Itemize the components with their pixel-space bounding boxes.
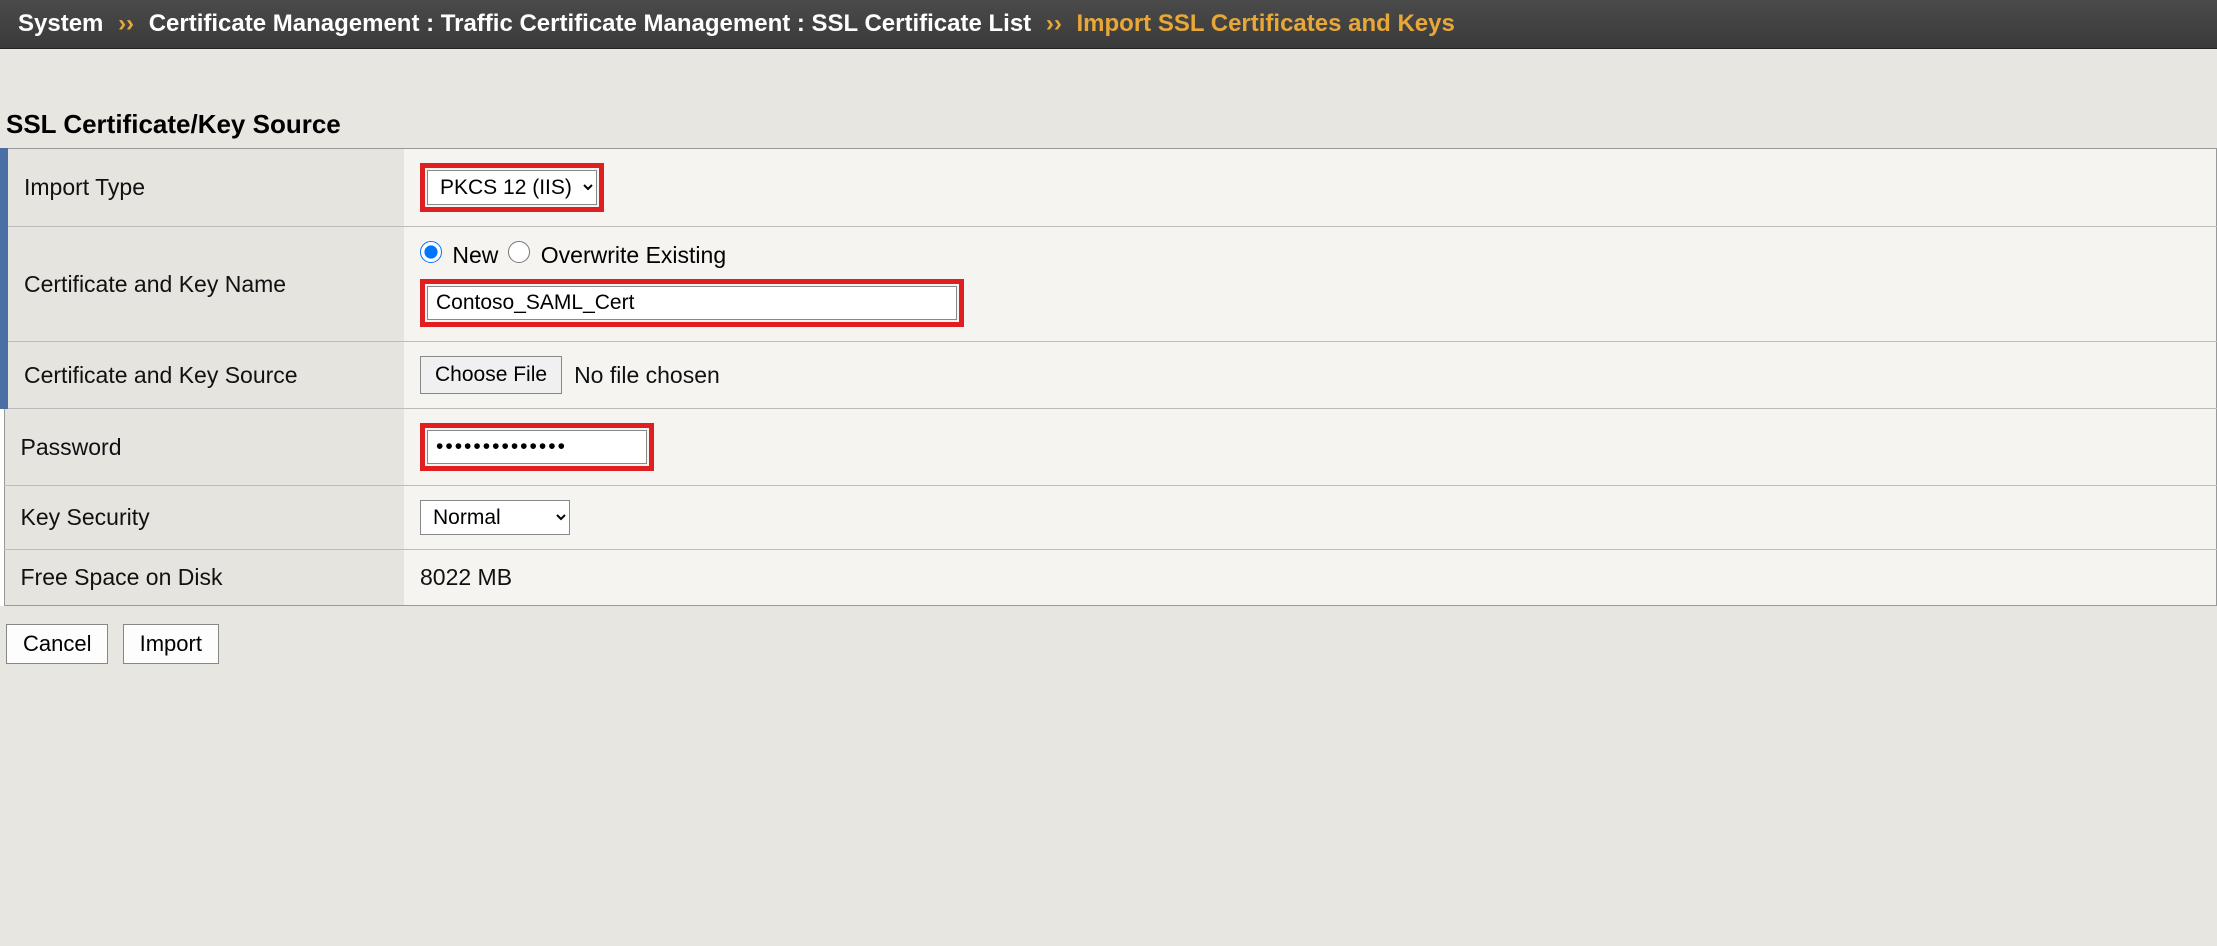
cancel-button[interactable]: Cancel [6,624,108,664]
radio-overwrite-label: Overwrite Existing [541,242,726,268]
password-input[interactable] [427,430,647,464]
radio-new-wrapper[interactable]: New [420,241,498,269]
cert-key-name-input[interactable] [427,286,957,320]
action-bar: Cancel Import [0,606,2217,682]
radio-new[interactable] [420,241,442,263]
radio-new-label: New [452,242,498,268]
key-security-select[interactable]: Normal [420,500,570,535]
password-highlight [420,423,654,471]
breadcrumb-sep-icon: ›› [118,10,134,37]
cert-key-name-radio-group: New Overwrite Existing [420,241,2200,269]
radio-overwrite-wrapper[interactable]: Overwrite Existing [508,241,726,269]
password-label: Password [4,409,404,486]
cert-key-source-label: Certificate and Key Source [4,342,404,409]
breadcrumb: System ›› Certificate Management : Traff… [0,0,2217,49]
key-security-label: Key Security [4,486,404,550]
choose-file-button[interactable]: Choose File [420,356,562,394]
breadcrumb-root[interactable]: System [18,10,103,37]
cert-key-name-highlight [420,279,964,327]
radio-overwrite[interactable] [508,241,530,263]
free-space-label: Free Space on Disk [4,550,404,606]
ssl-source-form: Import Type PKCS 12 (IIS) Certificate an… [0,148,2217,606]
import-type-select[interactable]: PKCS 12 (IIS) [427,170,597,205]
import-type-highlight: PKCS 12 (IIS) [420,163,604,212]
section-title: SSL Certificate/Key Source [0,109,2217,148]
file-chosen-status: No file chosen [574,362,720,389]
import-type-label: Import Type [4,149,404,227]
breadcrumb-sep-icon: ›› [1046,10,1062,37]
free-space-value: 8022 MB [420,564,512,590]
breadcrumb-current: Import SSL Certificates and Keys [1077,10,1455,37]
cert-key-name-label: Certificate and Key Name [4,227,404,342]
import-button[interactable]: Import [123,624,219,664]
breadcrumb-path[interactable]: Certificate Management : Traffic Certifi… [149,10,1031,37]
